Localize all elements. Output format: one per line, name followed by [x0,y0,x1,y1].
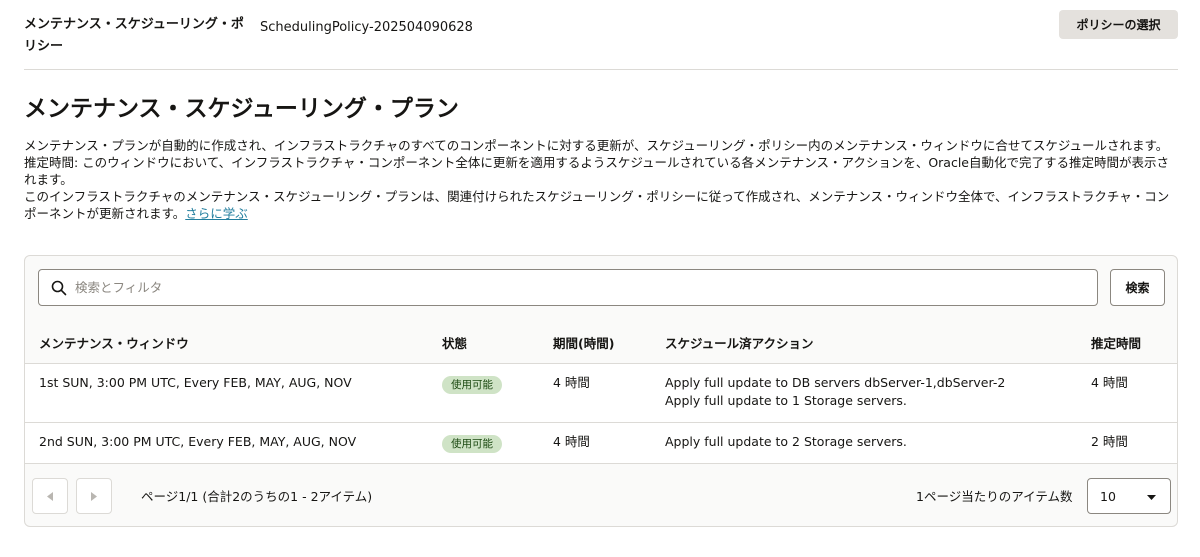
description-paragraph: このインフラストラクチャのメンテナンス・スケジューリング・プランは、関連付けられ… [24,188,1178,222]
search-icon [51,280,67,296]
items-per-page-value: 10 [1100,489,1116,504]
search-box[interactable] [38,269,1098,306]
status-badge: 使用可能 [442,376,502,394]
description-paragraph: 推定時間: このウィンドウにおいて、インフラストラクチャ・コンポーネント全体に更… [24,155,1169,187]
page-info: ページ1/1 (合計2のうちの1 - 2アイテム) [141,489,373,504]
description: メンテナンス・プランが自動的に作成され、インフラストラクチャのすべてのコンポーネ… [24,137,1178,222]
search-input[interactable] [75,270,1085,305]
caret-down-icon [1147,495,1156,500]
column-header-estimated[interactable]: 推定時間 [1091,335,1171,353]
column-header-window[interactable]: メンテナンス・ウィンドウ [39,335,439,353]
maintenance-window-cell: 1st SUN, 3:00 PM UTC, Every FEB, MAY, AU… [39,375,352,390]
chevron-right-icon [91,492,97,501]
action-item: Apply full update to 1 Storage servers. [665,393,907,408]
policy-label: メンテナンス・スケジューリング・ポリシー [24,17,244,54]
action-item: Apply full update to 2 Storage servers. [665,434,907,449]
maintenance-plan-panel: 検索 メンテナンス・ウィンドウ 状態 期間(時間) スケジュール済アクション 推… [24,255,1178,527]
page-header: メンテナンス・スケジューリング・ポリシー SchedulingPolicy-20… [0,0,1200,70]
maintenance-table: メンテナンス・ウィンドウ 状態 期間(時間) スケジュール済アクション 推定時間… [25,324,1177,464]
action-item: Apply full update to DB servers dbServer… [665,375,1006,390]
status-badge: 使用可能 [442,435,502,453]
column-header-duration[interactable]: 期間(時間) [553,335,653,353]
chevron-left-icon [47,492,53,501]
select-policy-button[interactable]: ポリシーの選択 [1059,10,1178,39]
column-header-actions[interactable]: スケジュール済アクション [665,335,1085,353]
maintenance-window-cell: 2nd SUN, 3:00 PM UTC, Every FEB, MAY, AU… [39,434,357,449]
items-per-page-select[interactable]: 10 [1087,478,1171,514]
actions-cell: Apply full update to 2 Storage servers. [665,433,1085,451]
state-cell: 使用可能 [442,374,542,394]
items-per-page-label: 1ページ当たりのアイテム数 [916,489,1073,504]
table-header-row: メンテナンス・ウィンドウ 状態 期間(時間) スケジュール済アクション 推定時間 [25,324,1177,364]
duration-cell: 4 時間 [553,434,590,449]
next-page-button[interactable] [76,478,112,514]
search-button[interactable]: 検索 [1110,269,1165,306]
state-cell: 使用可能 [442,433,542,453]
estimated-time-cell: 2 時間 [1091,434,1128,449]
learn-more-link[interactable]: さらに学ぶ [185,206,248,221]
policy-value: SchedulingPolicy-202504090628 [260,20,473,35]
previous-page-button[interactable] [32,478,68,514]
column-header-state[interactable]: 状態 [442,335,542,353]
page-title: メンテナンス・スケジューリング・プラン [24,96,459,122]
actions-cell: Apply full update to DB servers dbServer… [665,374,1085,410]
estimated-time-cell: 4 時間 [1091,375,1128,390]
header-divider [24,69,1178,70]
table-row[interactable]: 2nd SUN, 3:00 PM UTC, Every FEB, MAY, AU… [25,423,1177,464]
pagination: ページ1/1 (合計2のうちの1 - 2アイテム) 1ページ当たりのアイテム数 … [25,464,1177,526]
description-paragraph: メンテナンス・プランが自動的に作成され、インフラストラクチャのすべてのコンポーネ… [24,138,1169,153]
table-row[interactable]: 1st SUN, 3:00 PM UTC, Every FEB, MAY, AU… [25,364,1177,423]
duration-cell: 4 時間 [553,375,590,390]
